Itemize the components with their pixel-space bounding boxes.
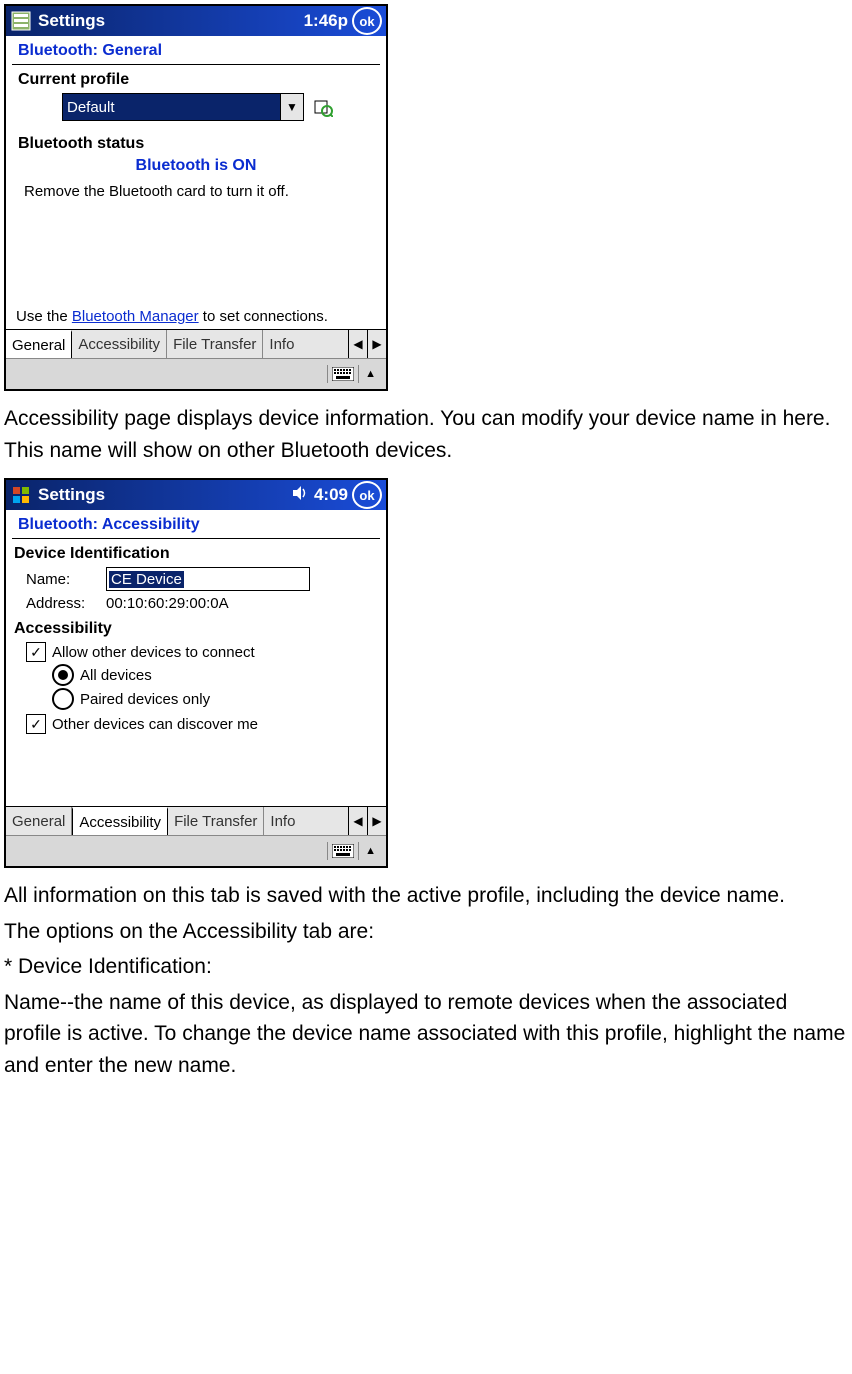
remove-card-text: Remove the Bluetooth card to turn it off… (24, 183, 372, 200)
bt-status-value: Bluetooth is ON (12, 157, 380, 175)
start-menu-icon[interactable] (10, 484, 32, 506)
start-menu-icon[interactable] (10, 10, 32, 32)
divider (12, 64, 380, 65)
accessibility-screenshot: Settings 4:09 ok Bluetooth: Accessibilit… (4, 478, 388, 868)
sip-menu-up-icon[interactable]: ▲ (361, 368, 380, 380)
section-header: Bluetooth: Accessibility (12, 514, 380, 536)
doc-paragraph-2a: All information on this tab is saved wit… (4, 880, 848, 912)
titlebar-title: Settings (38, 485, 105, 505)
accessibility-label: Accessibility (14, 620, 380, 638)
device-name-value: CE Device (109, 571, 184, 588)
device-identification-label: Device Identification (14, 545, 380, 563)
tabs: General Accessibility File Transfer Info… (6, 806, 386, 835)
tab-info[interactable]: Info (263, 330, 300, 358)
tab-general[interactable]: General (6, 807, 72, 835)
tab-scroll-left-icon[interactable]: ◀ (348, 807, 367, 835)
clock[interactable]: 4:09 (314, 485, 348, 505)
speaker-icon[interactable] (292, 485, 308, 506)
profile-settings-icon[interactable] (312, 96, 334, 118)
sip-bar: ▲ (6, 835, 386, 866)
bt-status-label: Bluetooth status (18, 135, 380, 153)
address-value: 00:10:60:29:00:0A (106, 595, 229, 612)
allow-connect-checkbox[interactable]: ✓ (26, 642, 46, 662)
discoverable-label: Other devices can discover me (52, 716, 258, 733)
titlebar: Settings 4:09 ok (6, 480, 386, 510)
profile-dropdown-value: Default (63, 99, 280, 116)
doc-paragraph-2c: * Device Identification: (4, 951, 848, 983)
ok-button[interactable]: ok (352, 481, 382, 509)
clock[interactable]: 1:46p (304, 11, 348, 31)
current-profile-label: Current profile (18, 71, 380, 89)
ok-button[interactable]: ok (352, 7, 382, 35)
keyboard-icon[interactable] (327, 365, 359, 383)
device-name-input[interactable]: CE Device (106, 567, 310, 591)
profile-dropdown[interactable]: Default ▼ (62, 93, 304, 121)
paired-only-radio[interactable] (52, 688, 74, 710)
titlebar-title: Settings (38, 11, 105, 31)
tab-scroll-right-icon[interactable]: ▶ (367, 807, 386, 835)
doc-paragraph-1: Accessibility page displays device infor… (4, 403, 848, 466)
chevron-down-icon[interactable]: ▼ (280, 94, 303, 120)
paired-only-label: Paired devices only (80, 691, 210, 708)
tabs: General Accessibility File Transfer Info… (6, 329, 386, 358)
tab-scroll-right-icon[interactable]: ▶ (367, 330, 386, 358)
allow-connect-label: Allow other devices to connect (52, 644, 255, 661)
bt-manager-line: Use the Bluetooth Manager to set connect… (16, 308, 372, 325)
section-header: Bluetooth: General (12, 40, 380, 62)
bluetooth-manager-link[interactable]: Bluetooth Manager (72, 308, 199, 325)
all-devices-label: All devices (80, 667, 152, 684)
doc-paragraph-2d: Name--the name of this device, as displa… (4, 987, 848, 1082)
tab-info[interactable]: Info (264, 807, 301, 835)
general-screenshot: Settings 1:46p ok Bluetooth: General Cur… (4, 4, 388, 391)
all-devices-radio[interactable] (52, 664, 74, 686)
tab-file-transfer[interactable]: File Transfer (167, 330, 263, 358)
tab-accessibility[interactable]: Accessibility (72, 807, 168, 835)
divider (12, 538, 380, 539)
tab-accessibility[interactable]: Accessibility (72, 330, 167, 358)
sip-bar: ▲ (6, 358, 386, 389)
address-label: Address: (26, 595, 106, 612)
tab-scroll-left-icon[interactable]: ◀ (348, 330, 367, 358)
tab-general[interactable]: General (6, 330, 72, 358)
titlebar: Settings 1:46p ok (6, 6, 386, 36)
doc-paragraph-2b: The options on the Accessibility tab are… (4, 916, 848, 948)
discoverable-checkbox[interactable]: ✓ (26, 714, 46, 734)
sip-menu-up-icon[interactable]: ▲ (361, 845, 380, 857)
tab-file-transfer[interactable]: File Transfer (168, 807, 264, 835)
name-label: Name: (26, 571, 106, 588)
keyboard-icon[interactable] (327, 842, 359, 860)
